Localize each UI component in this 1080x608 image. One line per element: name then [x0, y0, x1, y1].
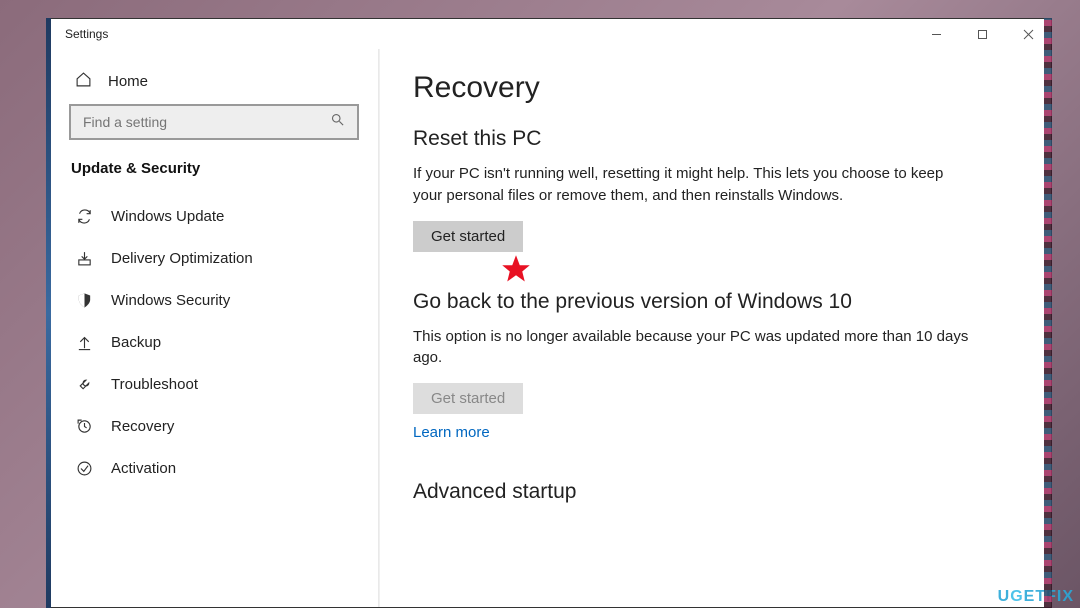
- minimize-button[interactable]: [913, 19, 959, 49]
- check-circle-icon: [75, 459, 93, 477]
- nav-item-delivery-optimization[interactable]: Delivery Optimization: [49, 237, 379, 279]
- settings-window: Settings Home: [48, 18, 1052, 608]
- goback-get-started-button: Get started: [413, 383, 523, 414]
- content-area: Recovery Reset this PC If your PC isn't …: [379, 49, 1051, 607]
- nav-label: Activation: [111, 460, 176, 477]
- window-title: Settings: [65, 27, 108, 41]
- backup-arrow-icon: [75, 333, 93, 351]
- search-input[interactable]: [83, 114, 330, 130]
- search-box[interactable]: [69, 104, 359, 140]
- shield-icon: [75, 291, 93, 309]
- reset-text: If your PC isn't running well, resetting…: [413, 163, 973, 207]
- nav-label: Backup: [111, 334, 161, 351]
- reset-heading: Reset this PC: [413, 127, 1017, 151]
- nav-item-activation[interactable]: Activation: [49, 447, 379, 489]
- search-icon: [330, 112, 345, 132]
- titlebar: Settings: [49, 19, 1051, 49]
- reset-get-started-button[interactable]: Get started: [413, 221, 523, 252]
- window-controls: [913, 19, 1051, 49]
- nav-label: Windows Security: [111, 292, 230, 309]
- section-advanced-startup: Advanced startup: [413, 480, 1017, 504]
- nav-label: Troubleshoot: [111, 376, 198, 393]
- nav-item-recovery[interactable]: Recovery: [49, 405, 379, 447]
- nav-item-troubleshoot[interactable]: Troubleshoot: [49, 363, 379, 405]
- nav-label: Delivery Optimization: [111, 250, 253, 267]
- nav-item-backup[interactable]: Backup: [49, 321, 379, 363]
- section-reset-this-pc: Reset this PC If your PC isn't running w…: [413, 127, 1017, 252]
- nav-item-windows-update[interactable]: Windows Update: [49, 195, 379, 237]
- home-icon: [75, 71, 92, 92]
- home-label: Home: [108, 73, 148, 90]
- nav-label: Windows Update: [111, 208, 224, 225]
- wrench-icon: [75, 375, 93, 393]
- section-go-back: Go back to the previous version of Windo…: [413, 290, 1017, 443]
- sidebar: Home Update & Security Windows Update: [49, 49, 379, 607]
- page-title: Recovery: [413, 71, 1017, 105]
- goback-text: This option is no longer available becau…: [413, 326, 973, 370]
- home-link[interactable]: Home: [49, 63, 379, 104]
- star-annotation-icon: [501, 254, 531, 284]
- nav-label: Recovery: [111, 418, 174, 435]
- decorative-right-strip: [1044, 18, 1052, 608]
- decorative-left-strip: [46, 18, 51, 608]
- watermark: UGETFIX: [998, 588, 1074, 606]
- advanced-heading: Advanced startup: [413, 480, 1017, 504]
- nav-item-windows-security[interactable]: Windows Security: [49, 279, 379, 321]
- maximize-button[interactable]: [959, 19, 1005, 49]
- sync-icon: [75, 207, 93, 225]
- nav-list: Windows Update Delivery Optimization Win…: [49, 195, 379, 489]
- recovery-icon: [75, 417, 93, 435]
- download-icon: [75, 249, 93, 267]
- category-title: Update & Security: [49, 154, 379, 195]
- goback-heading: Go back to the previous version of Windo…: [413, 290, 1017, 314]
- learn-more-link[interactable]: Learn more: [413, 424, 490, 441]
